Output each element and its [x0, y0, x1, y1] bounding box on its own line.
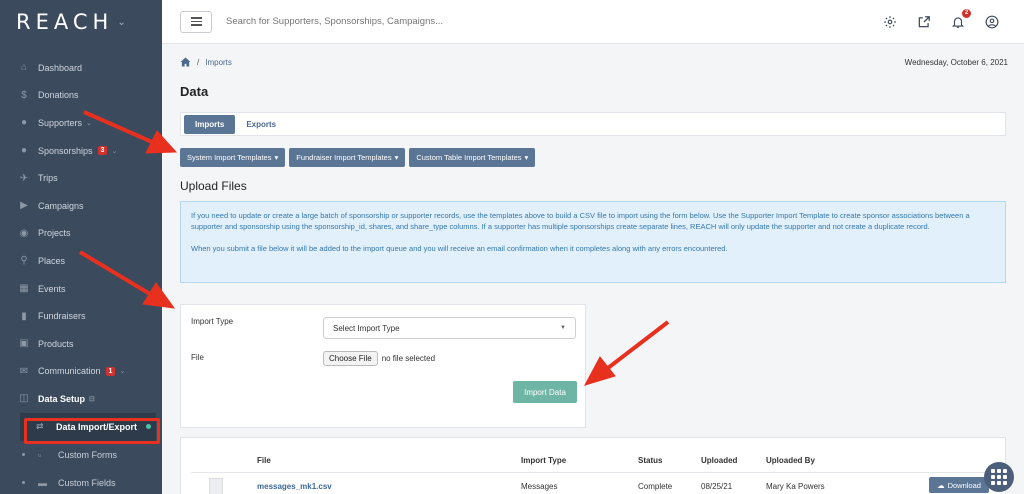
- chevron-down-icon: ⌄: [119, 368, 126, 376]
- tab-imports[interactable]: Imports: [184, 114, 236, 134]
- logo[interactable]: REACH ⌄: [0, 0, 162, 44]
- user-icon: ●: [20, 145, 28, 157]
- file-icon: ▫: [38, 449, 42, 460]
- import-form: Import Type Select Import Type ▼ File Ch…: [180, 304, 586, 428]
- import-data-button[interactable]: Import Data: [513, 381, 577, 403]
- download-button[interactable]: ☁ Download: [929, 477, 989, 493]
- imports-table: File Import Type Status Uploaded Uploade…: [180, 437, 1006, 494]
- sidebar-subitem-custom-fields[interactable]: ▬ Custom Fields: [0, 469, 162, 494]
- breadcrumb-imports[interactable]: Imports: [205, 58, 232, 67]
- caret-down-icon: ▾: [274, 153, 279, 162]
- column-header-status: Status: [638, 456, 663, 465]
- folder-icon: ▬: [38, 477, 47, 488]
- sidebar-item-donations[interactable]: $ Donations: [0, 82, 162, 110]
- envelope-icon: ✉: [19, 365, 29, 377]
- annotation-highlight-box: [24, 418, 160, 444]
- tabs-bar: Imports Exports: [180, 112, 1006, 136]
- topbar-icons: 2: [882, 8, 1000, 30]
- choose-file-button[interactable]: Choose File: [323, 351, 378, 366]
- current-date: Wednesday, October 6, 2021: [904, 58, 1008, 67]
- dashboard-icon: ⌂: [20, 62, 28, 74]
- external-link-icon[interactable]: [916, 14, 932, 30]
- row-uploaded: 08/25/21: [701, 482, 733, 491]
- main-content: / Imports Wednesday, October 6, 2021 Dat…: [162, 44, 1024, 494]
- chevron-down-icon: ⌄: [86, 119, 92, 127]
- column-header-uploaded: Uploaded: [701, 456, 738, 465]
- sidebar-item-campaigns[interactable]: ▶ Campaigns: [0, 192, 162, 220]
- fundraiser-import-templates-button[interactable]: Fundraiser Import Templates ▾: [289, 148, 406, 167]
- column-header-import-type: Import Type: [521, 456, 567, 465]
- sponsorships-badge: 3: [97, 146, 108, 156]
- sidebar-item-dashboard[interactable]: ⌂ Dashboard: [0, 54, 162, 82]
- tab-exports[interactable]: Exports: [235, 115, 287, 134]
- users-icon: ●: [20, 117, 28, 129]
- file-doc-icon: [209, 478, 223, 494]
- sidebar-item-data-setup[interactable]: ◫ Data Setup ⊟: [0, 385, 162, 413]
- sidebar-subitem-custom-forms[interactable]: ▫ Custom Forms: [0, 441, 162, 469]
- file-label: File: [191, 353, 204, 362]
- row-import-type: Messages: [521, 482, 558, 491]
- plane-icon: ✈: [19, 172, 29, 184]
- collapse-icon: ⊟: [89, 395, 95, 403]
- file-input: Choose File no file selected: [323, 351, 435, 366]
- page-title: Data: [180, 84, 209, 99]
- breadcrumb: / Imports: [180, 57, 232, 67]
- chevron-down-icon[interactable]: ⌄: [117, 17, 125, 28]
- notification-badge: 2: [962, 8, 971, 18]
- communication-badge: 1: [105, 366, 116, 376]
- row-uploaded-by: Mary Ka Powers: [766, 482, 825, 491]
- topbar: 2: [162, 0, 1024, 44]
- column-header-uploaded-by: Uploaded By: [766, 456, 815, 465]
- cloud-download-icon: ☁: [937, 480, 945, 490]
- chevron-down-icon: ⌄: [111, 147, 118, 155]
- row-file-link[interactable]: messages_mk1.csv: [257, 482, 332, 491]
- thermometer-icon: ▮: [21, 310, 27, 322]
- info-alert: If you need to update or create a large …: [180, 201, 1006, 283]
- apps-grid-button[interactable]: [984, 462, 1014, 492]
- caret-down-icon: ▾: [394, 153, 399, 162]
- sidebar-item-fundraisers[interactable]: ▮ Fundraisers: [0, 302, 162, 330]
- column-header-file: File: [257, 456, 271, 465]
- sidebar-item-supporters[interactable]: ● Supporters ⌄: [0, 109, 162, 137]
- sidebar-item-places[interactable]: ⚲ Places: [0, 247, 162, 275]
- dollar-icon: $: [21, 89, 27, 101]
- file-status: no file selected: [381, 354, 436, 363]
- bell-icon[interactable]: 2: [950, 8, 971, 30]
- user-account-icon[interactable]: [984, 14, 1000, 30]
- map-pin-icon: ⚲: [20, 255, 28, 267]
- system-import-templates-button[interactable]: System Import Templates ▾: [180, 148, 286, 167]
- database-icon: ◫: [19, 393, 29, 405]
- info-text: If you need to update or create a large …: [191, 211, 970, 231]
- home-icon[interactable]: [180, 57, 191, 67]
- sidebar-item-projects[interactable]: ◉ Projects: [0, 220, 162, 248]
- upload-files-heading: Upload Files: [180, 179, 247, 193]
- custom-table-import-templates-button[interactable]: Custom Table Import Templates ▾: [409, 148, 536, 167]
- dropdown-arrow-icon: ▼: [560, 325, 566, 331]
- gear-icon[interactable]: [882, 14, 898, 30]
- sidebar-item-trips[interactable]: ✈ Trips: [0, 164, 162, 192]
- import-type-label: Import Type: [191, 317, 234, 326]
- caret-down-icon: ▾: [524, 153, 529, 162]
- menu-toggle-button[interactable]: [180, 10, 212, 33]
- template-buttons: System Import Templates ▾ Fundraiser Impo…: [180, 148, 536, 167]
- calendar-icon: ▦: [19, 283, 29, 295]
- sidebar-item-products[interactable]: ▣ Products: [0, 330, 162, 358]
- sidebar-item-sponsorships[interactable]: ● Sponsorships 3 ⌄: [0, 137, 162, 165]
- megaphone-icon: ▶: [20, 200, 28, 212]
- search-input[interactable]: [226, 16, 746, 27]
- info-text: When you submit a file below it will be …: [191, 244, 728, 253]
- basket-icon: ▣: [19, 338, 29, 350]
- row-status: Complete: [638, 482, 673, 491]
- sidebar-item-communication[interactable]: ✉ Communication 1 ⌄: [0, 358, 162, 386]
- sidebar-item-events[interactable]: ▦ Events: [0, 275, 162, 303]
- import-type-select[interactable]: Select Import Type ▼: [323, 317, 576, 339]
- globe-icon: ◉: [19, 227, 29, 239]
